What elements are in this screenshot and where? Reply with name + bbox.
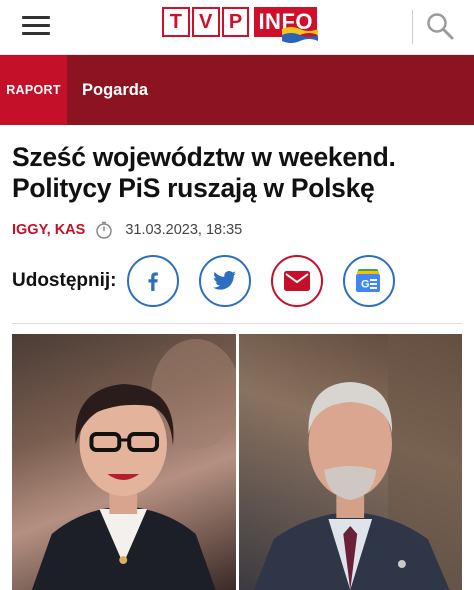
facebook-icon	[147, 272, 158, 291]
twitter-share-button[interactable]	[198, 255, 251, 307]
section-bar: RAPORT Pogarda	[0, 55, 474, 125]
man-portrait-photo	[238, 334, 462, 590]
email-share-button[interactable]	[270, 255, 323, 307]
google-news-share-button[interactable]: G	[342, 255, 395, 307]
flag-icon	[282, 27, 318, 43]
share-bar: Udostępnij: G	[12, 251, 462, 311]
section-name[interactable]: Pogarda	[67, 55, 474, 125]
article-lead-image[interactable]	[12, 334, 462, 590]
email-icon	[283, 271, 310, 291]
top-navigation-bar: T V P INFO	[0, 0, 474, 55]
twitter-icon	[212, 271, 236, 290]
logo-letter-t: T	[162, 7, 190, 37]
content-divider	[12, 323, 462, 324]
article-date: 31.03.2023, 18:35	[125, 222, 243, 238]
man-portrait-illustration	[253, 334, 462, 590]
article-title: Sześć województw w weekend. Politycy PiS…	[12, 142, 396, 203]
google-news-icon: G	[355, 269, 380, 292]
woman-portrait-photo	[12, 334, 236, 590]
search-icon[interactable]	[426, 12, 454, 40]
woman-portrait-illustration	[31, 339, 236, 590]
logo-letter-v: V	[191, 7, 220, 37]
article-meta: IGGY, KAS 31.03.2023, 18:35	[12, 219, 462, 241]
share-label: Udostępnij:	[12, 270, 117, 291]
header-divider	[412, 10, 413, 44]
clock-icon	[96, 221, 113, 239]
logo-letter-p: P	[221, 7, 250, 37]
tvp-info-logo[interactable]: T V P INFO	[162, 7, 318, 45]
article-authors[interactable]: IGGY, KAS	[12, 222, 85, 238]
facebook-share-button[interactable]	[126, 255, 179, 307]
svg-text:G: G	[361, 279, 370, 291]
hamburger-menu-icon[interactable]	[22, 16, 50, 36]
raport-tag[interactable]: RAPORT	[0, 55, 67, 125]
